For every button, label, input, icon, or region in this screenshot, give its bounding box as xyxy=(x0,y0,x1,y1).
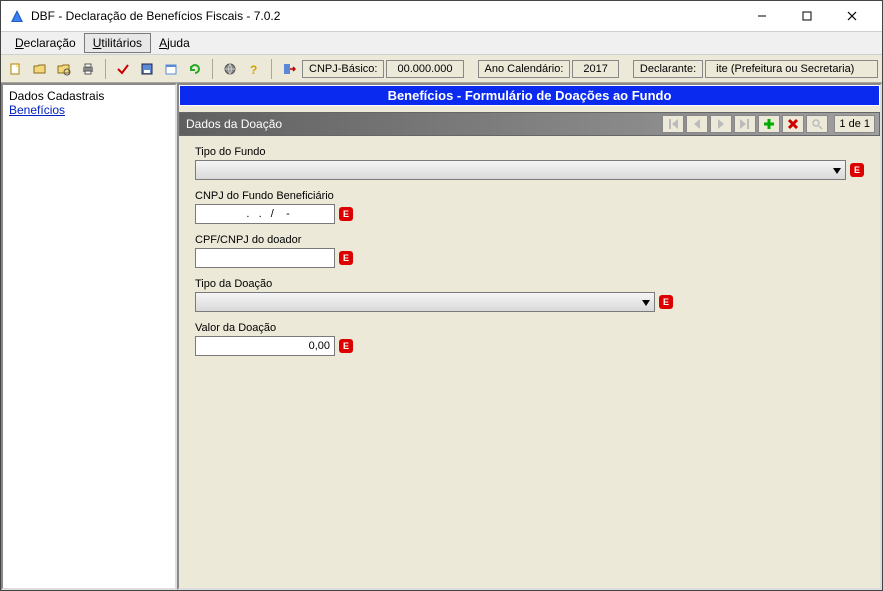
cnpj-label: CNPJ-Básico: xyxy=(302,60,384,78)
exit-icon[interactable] xyxy=(278,58,300,80)
toolbar: ? CNPJ-Básico: 00.000.000 Ano Calendário… xyxy=(1,55,882,83)
menu-ajuda[interactable]: Ajuda xyxy=(151,34,198,52)
error-badge: E xyxy=(339,339,353,353)
print-icon[interactable] xyxy=(77,58,99,80)
window-title: DBF - Declaração de Benefícios Fiscais -… xyxy=(31,9,739,23)
error-badge: E xyxy=(659,295,673,309)
nav-delete-icon[interactable] xyxy=(782,115,804,133)
nav-next-icon[interactable] xyxy=(710,115,732,133)
declarante-value: ite (Prefeitura ou Secretaria) xyxy=(705,60,878,78)
cpf-cnpj-doador-label: CPF/CNPJ do doador xyxy=(195,234,864,246)
panel-header: Benefícios - Formulário de Doações ao Fu… xyxy=(179,85,880,106)
open-icon[interactable] xyxy=(29,58,51,80)
new-icon[interactable] xyxy=(5,58,27,80)
nav-last-icon[interactable] xyxy=(734,115,756,133)
error-badge: E xyxy=(339,251,353,265)
help-icon[interactable]: ? xyxy=(243,58,265,80)
cnpj-value: 00.000.000 xyxy=(386,60,463,78)
check-icon[interactable] xyxy=(112,58,134,80)
minimize-button[interactable] xyxy=(739,2,784,30)
titlebar: DBF - Declaração de Benefícios Fiscais -… xyxy=(1,1,882,31)
close-button[interactable] xyxy=(829,2,874,30)
tipo-fundo-select[interactable] xyxy=(195,160,846,180)
cnpj-fundo-input[interactable] xyxy=(195,204,335,224)
main-panel: Benefícios - Formulário de Doações ao Fu… xyxy=(177,83,882,590)
section-bar: Dados da Doação 1 de 1 xyxy=(179,112,880,136)
form-area: Tipo do Fundo E CNPJ do Fundo Beneficiár… xyxy=(179,136,880,376)
calendar-icon[interactable] xyxy=(160,58,182,80)
menu-utilitarios[interactable]: Utilitários xyxy=(84,33,151,53)
error-badge: E xyxy=(850,163,864,177)
nav-search-icon[interactable] xyxy=(806,115,828,133)
record-counter: 1 de 1 xyxy=(834,115,875,133)
sidebar: Dados Cadastrais Benefícios xyxy=(1,83,177,590)
cpf-cnpj-doador-input[interactable] xyxy=(195,248,335,268)
cnpj-fundo-label: CNPJ do Fundo Beneficiário xyxy=(195,190,864,202)
refresh-icon[interactable] xyxy=(184,58,206,80)
nav-first-icon[interactable] xyxy=(662,115,684,133)
declarante-label: Declarante: xyxy=(633,60,703,78)
menu-declaracao[interactable]: Declaração xyxy=(7,34,84,52)
ano-value: 2017 xyxy=(572,60,618,78)
section-title: Dados da Doação xyxy=(186,117,662,131)
nav-add-icon[interactable] xyxy=(758,115,780,133)
save-disk-icon[interactable] xyxy=(136,58,158,80)
sidebar-item-dados[interactable]: Dados Cadastrais xyxy=(9,89,169,103)
error-badge: E xyxy=(339,207,353,221)
sidebar-item-beneficios[interactable]: Benefícios xyxy=(9,103,169,117)
globe-icon[interactable] xyxy=(219,58,241,80)
folder-search-icon[interactable] xyxy=(53,58,75,80)
maximize-button[interactable] xyxy=(784,2,829,30)
tipo-doacao-select[interactable] xyxy=(195,292,655,312)
valor-doacao-input[interactable] xyxy=(195,336,335,356)
window-controls xyxy=(739,2,874,30)
svg-text:?: ? xyxy=(250,63,257,76)
app-icon xyxy=(9,8,25,24)
ano-label: Ano Calendário: xyxy=(478,60,571,78)
valor-doacao-label: Valor da Doação xyxy=(195,322,864,334)
menubar: Declaração Utilitários Ajuda xyxy=(1,31,882,55)
tipo-fundo-label: Tipo do Fundo xyxy=(195,146,864,158)
nav-prev-icon[interactable] xyxy=(686,115,708,133)
tipo-doacao-label: Tipo da Doação xyxy=(195,278,864,290)
